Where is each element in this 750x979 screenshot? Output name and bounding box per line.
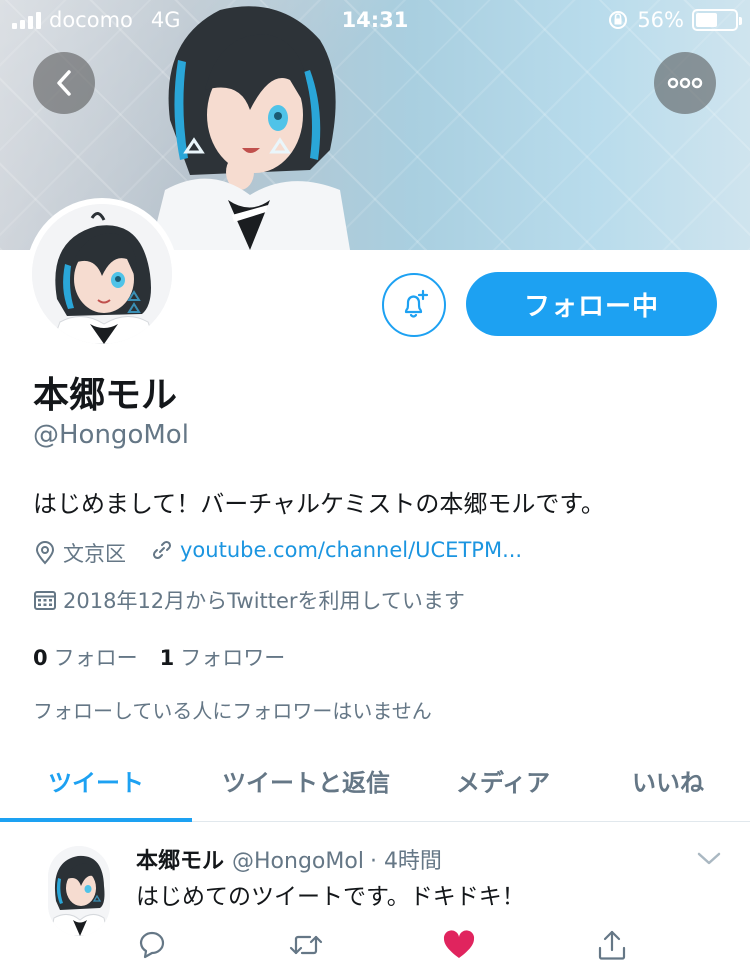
chevron-down-icon[interactable] xyxy=(696,849,722,867)
reply-icon xyxy=(139,931,165,959)
avatar xyxy=(32,204,172,344)
followers-count-link[interactable]: 1 フォロワー xyxy=(160,642,286,672)
active-tab-indicator xyxy=(0,818,192,822)
status-right: 56% xyxy=(607,8,742,32)
tab-likes[interactable]: いいね xyxy=(586,738,750,822)
follow-counts: 0 フォロー 1 フォロワー xyxy=(33,642,285,672)
tweet-text: はじめてのツイートです。ドキドキ！ xyxy=(136,884,525,910)
profile-handle: @HongoMol xyxy=(33,420,189,450)
followers-count: 1 xyxy=(159,646,175,670)
profile-display-name: 本郷モル xyxy=(33,375,178,416)
chevron-left-icon xyxy=(57,70,71,96)
profile-link[interactable]: youtube.com/channel/UCETPM... xyxy=(150,538,522,562)
link-text[interactable]: youtube.com/channel/UCETPM... xyxy=(180,538,522,562)
joined-label: 2018年12月からTwitterを利用しています xyxy=(63,589,465,613)
following-count-link[interactable]: 0 フォロー xyxy=(33,642,138,672)
tab-tweets[interactable]: ツイート xyxy=(0,738,192,822)
back-button[interactable] xyxy=(33,52,95,114)
reply-button[interactable] xyxy=(134,927,170,963)
following-label: フォロー xyxy=(53,646,138,670)
mutual-followers-note: フォローしている人にフォロワーはいません xyxy=(33,699,432,723)
battery-percent: 56% xyxy=(637,8,684,32)
heart-icon xyxy=(443,930,475,958)
rotation-lock-icon xyxy=(609,11,628,29)
profile-bio: はじめまして！バーチャルケミストの本郷モルです。 xyxy=(33,490,605,518)
following-button[interactable]: フォロー中 xyxy=(466,272,717,336)
link-icon xyxy=(150,538,174,562)
retweet-icon xyxy=(289,935,323,955)
tweet-author-name[interactable]: 本郷モル xyxy=(136,849,224,874)
tweet-author-handle: @HongoMol xyxy=(232,849,364,874)
calendar-icon xyxy=(33,588,57,612)
retweet-button[interactable] xyxy=(288,927,324,963)
tweet-actions xyxy=(0,927,750,971)
followers-label: フォロワー xyxy=(180,646,286,670)
status-bar: docomo 4G 14:31 56% xyxy=(0,0,750,40)
share-icon xyxy=(598,930,626,960)
like-button[interactable] xyxy=(441,927,477,963)
following-count: 0 xyxy=(33,646,48,670)
tab-tweets-and-replies[interactable]: ツイートと返信 xyxy=(192,738,420,822)
avatar-illustration xyxy=(32,204,172,344)
battery-icon xyxy=(692,9,742,31)
ellipsis-icon xyxy=(667,77,703,89)
profile-avatar[interactable] xyxy=(26,198,178,350)
notifications-toggle-button[interactable] xyxy=(382,273,446,337)
location-label: 文京区 xyxy=(63,542,126,566)
tweet-timestamp: · 4時間 xyxy=(369,849,442,874)
profile-location: 文京区 xyxy=(33,538,126,568)
tweet-author-avatar[interactable] xyxy=(48,846,110,936)
tweet-avatar-illustration xyxy=(48,846,110,936)
more-options-button[interactable] xyxy=(654,52,716,114)
profile-tabs: ツイート ツイートと返信 メディア いいね xyxy=(0,738,750,822)
profile-joined-date: 2018年12月からTwitterを利用しています xyxy=(33,585,465,615)
share-button[interactable] xyxy=(594,927,630,963)
tweet-header: 本郷モル @HongoMol · 4時間 xyxy=(136,843,442,875)
location-pin-icon xyxy=(33,541,57,565)
tweet[interactable]: 本郷モル @HongoMol · 4時間 はじめてのツイートです。ドキドキ！ xyxy=(0,823,750,979)
bell-plus-icon xyxy=(404,289,429,318)
tab-media[interactable]: メディア xyxy=(420,738,586,822)
